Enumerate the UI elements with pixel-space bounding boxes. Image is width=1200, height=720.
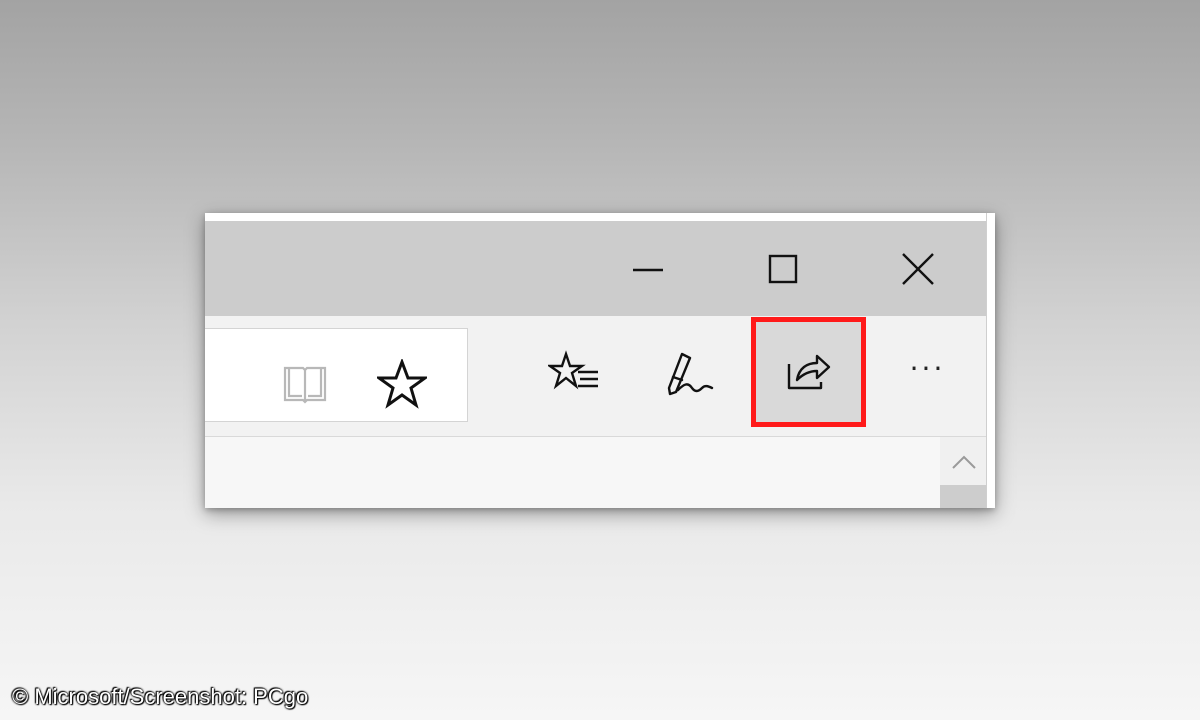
hub-button[interactable]: [540, 334, 610, 414]
hub-star-list-icon: [548, 350, 598, 390]
window-frame-top: [205, 213, 995, 221]
window-frame-right: [986, 213, 995, 508]
browser-toolbar: ···: [205, 316, 987, 437]
more-actions-button[interactable]: ···: [890, 334, 965, 414]
reading-view-button[interactable]: [270, 349, 340, 419]
title-bar[interactable]: [205, 221, 987, 316]
more-icon: ···: [909, 352, 946, 385]
scroll-thumb[interactable]: [940, 485, 987, 508]
maximize-icon: [768, 254, 797, 283]
star-icon: [377, 359, 427, 409]
close-icon: [901, 252, 934, 285]
web-note-button[interactable]: [655, 334, 725, 414]
add-favorite-button[interactable]: [367, 349, 437, 419]
scroll-up-button[interactable]: [940, 445, 987, 479]
minimize-icon: [632, 268, 663, 271]
page-content-area[interactable]: [205, 437, 987, 508]
copyright-caption: © Microsoft/Screenshot: PCgo: [12, 684, 309, 709]
share-icon: [787, 354, 830, 390]
browser-window: ···: [205, 213, 995, 508]
close-button[interactable]: [850, 221, 985, 316]
chevron-up-icon: [951, 455, 976, 469]
minimize-button[interactable]: [580, 221, 715, 316]
share-button[interactable]: [751, 317, 866, 427]
vertical-scrollbar[interactable]: [940, 437, 987, 508]
address-bar[interactable]: [205, 328, 468, 422]
reading-view-book-icon: [283, 366, 327, 404]
maximize-button[interactable]: [715, 221, 850, 316]
pen-note-icon: [667, 352, 714, 396]
